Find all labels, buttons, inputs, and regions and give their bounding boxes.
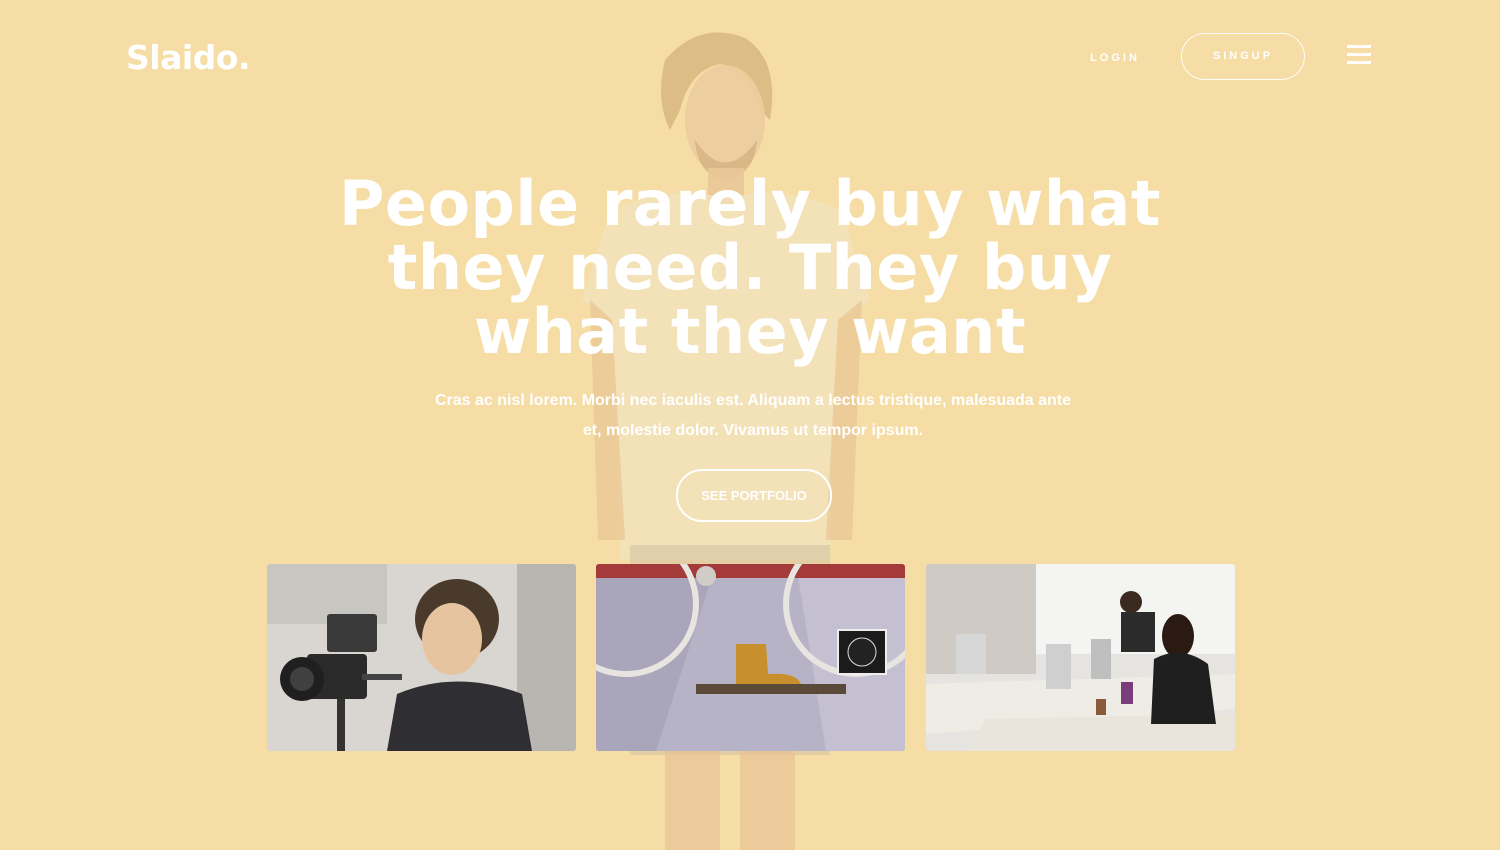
office-workspace-photo <box>926 564 1235 751</box>
hamburger-line <box>1347 45 1371 48</box>
site-header: Slaido. LOGIN SINGUP <box>0 0 1500 120</box>
bicycle-and-shoe-shelf-photo <box>596 564 905 751</box>
gallery-item-office[interactable] <box>926 564 1235 751</box>
site-logo[interactable]: Slaido. <box>126 38 251 77</box>
hamburger-line <box>1347 61 1371 64</box>
hero-title: People rarely buy what they need. They b… <box>338 167 1162 368</box>
camera-operator-photo <box>267 564 576 751</box>
login-link[interactable]: LOGIN <box>1080 48 1150 68</box>
gallery-item-camera-operator[interactable] <box>267 564 576 751</box>
see-portfolio-button[interactable]: SEE PORTFOLIO <box>676 469 832 522</box>
hamburger-line <box>1347 53 1371 56</box>
hamburger-menu-icon[interactable] <box>1347 45 1373 67</box>
gallery-item-bicycle-shoe[interactable] <box>596 564 905 751</box>
hero-subtitle: Cras ac nisl lorem. Morbi nec iaculis es… <box>434 392 1072 439</box>
signup-button[interactable]: SINGUP <box>1181 33 1305 80</box>
